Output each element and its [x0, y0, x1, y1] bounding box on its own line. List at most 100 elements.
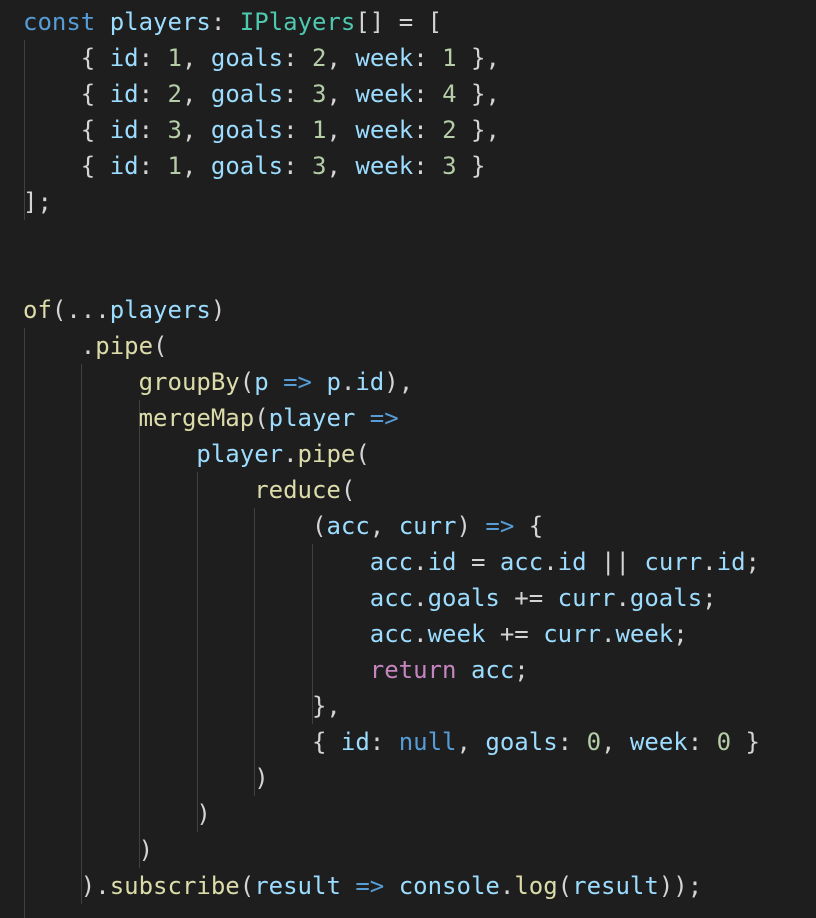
code-token: : [283, 152, 313, 180]
code-line-13: player.pipe( [23, 436, 370, 472]
code-token: { [23, 80, 110, 108]
code-token: ( [239, 872, 255, 900]
code-token: , [601, 728, 630, 756]
code-token: p [326, 368, 341, 396]
code-token: result [572, 872, 659, 900]
code-token: 0 [716, 728, 732, 756]
code-token: 3 [442, 152, 457, 180]
code-token: : [283, 44, 313, 72]
code-token: : [283, 116, 313, 144]
code-token: += [499, 584, 558, 612]
code-token: , [326, 152, 356, 180]
code-token: ( [355, 440, 370, 468]
code-line-11: groupBy(p => p.id), [23, 364, 414, 400]
code-token: acc [499, 548, 544, 576]
code-token: = [456, 548, 500, 576]
code-token: [] = [ [355, 8, 443, 36]
code-token: : [138, 116, 168, 144]
code-token: player [196, 440, 284, 468]
code-line-1: const players: IPlayers[] = [ [23, 4, 442, 40]
code-token: : [138, 152, 168, 180]
code-token: : [557, 728, 587, 756]
code-token: week [355, 44, 414, 72]
code-token: { [514, 512, 544, 540]
code-token: p [254, 368, 269, 396]
code-line-18: acc.week += curr.week; [23, 616, 688, 652]
code-token: id [427, 548, 457, 576]
code-token: player [268, 404, 356, 432]
code-token: , [326, 44, 356, 72]
code-token: ; [702, 584, 717, 612]
code-line-20: }, [23, 688, 341, 724]
code-token: ( [153, 332, 168, 360]
code-token: { [23, 152, 110, 180]
code-line-3: { id: 2, goals: 3, week: 4 }, [23, 76, 500, 112]
code-token: : [283, 80, 313, 108]
code-token: . [413, 620, 428, 648]
code-token: mergeMap [138, 404, 255, 432]
code-token: goals [210, 44, 284, 72]
code-token: => [355, 404, 399, 432]
code-token: goals [210, 152, 284, 180]
code-token: } [731, 728, 760, 756]
code-token: of [23, 296, 52, 324]
code-token: 2 [312, 44, 327, 72]
code-token: . [702, 548, 717, 576]
code-token: || [586, 548, 645, 576]
code-token: 3 [167, 116, 182, 144]
code-token: goals [210, 116, 284, 144]
code-token: pipe [95, 332, 154, 360]
code-token: . [23, 332, 96, 360]
code-token: : [687, 728, 717, 756]
code-token: ( [239, 368, 255, 396]
code-token: groupBy [138, 368, 240, 396]
code-token: return [369, 656, 457, 684]
code-token: { [23, 44, 110, 72]
code-token: ; [514, 656, 529, 684]
code-token: curr [543, 620, 601, 648]
code-line-6: ]; [23, 184, 52, 220]
code-line-22: ) [23, 760, 268, 796]
code-token: . [499, 872, 515, 900]
code-line-16: acc.id = acc.id || curr.id; [23, 544, 760, 580]
code-editor[interactable]: const players: IPlayers[] = [ { id: 1, g… [0, 0, 816, 918]
code-token: 1 [167, 152, 182, 180]
code-token: players [109, 296, 211, 324]
code-line-21: { id: null, goals: 0, week: 0 } [23, 724, 760, 760]
code-token: ) [210, 296, 226, 324]
code-token: { [23, 116, 110, 144]
code-token: , [181, 116, 211, 144]
code-token: 1 [312, 116, 327, 144]
code-token: week [615, 620, 674, 648]
code-token: subscribe [109, 872, 240, 900]
code-token: . [600, 620, 616, 648]
code-token: : [413, 152, 443, 180]
code-token: id [716, 548, 746, 576]
code-token: } [456, 152, 486, 180]
code-token: acc [470, 656, 515, 684]
code-token: ) [23, 800, 211, 828]
code-token: id [109, 152, 139, 180]
code-token: id [355, 368, 385, 396]
code-token: }, [456, 80, 500, 108]
code-token: goals [210, 80, 284, 108]
code-token: , [326, 80, 356, 108]
code-token: ) [456, 512, 486, 540]
code-token: , [326, 116, 356, 144]
code-token: goals [485, 728, 558, 756]
code-token: acc [369, 620, 414, 648]
code-token: reduce [254, 476, 341, 504]
code-token: : [413, 116, 443, 144]
code-token: )); [658, 872, 703, 900]
code-token: : [369, 728, 399, 756]
code-token: => [485, 512, 515, 540]
code-token: curr [644, 548, 703, 576]
code-token: 3 [312, 80, 327, 108]
code-token: null [398, 728, 457, 756]
